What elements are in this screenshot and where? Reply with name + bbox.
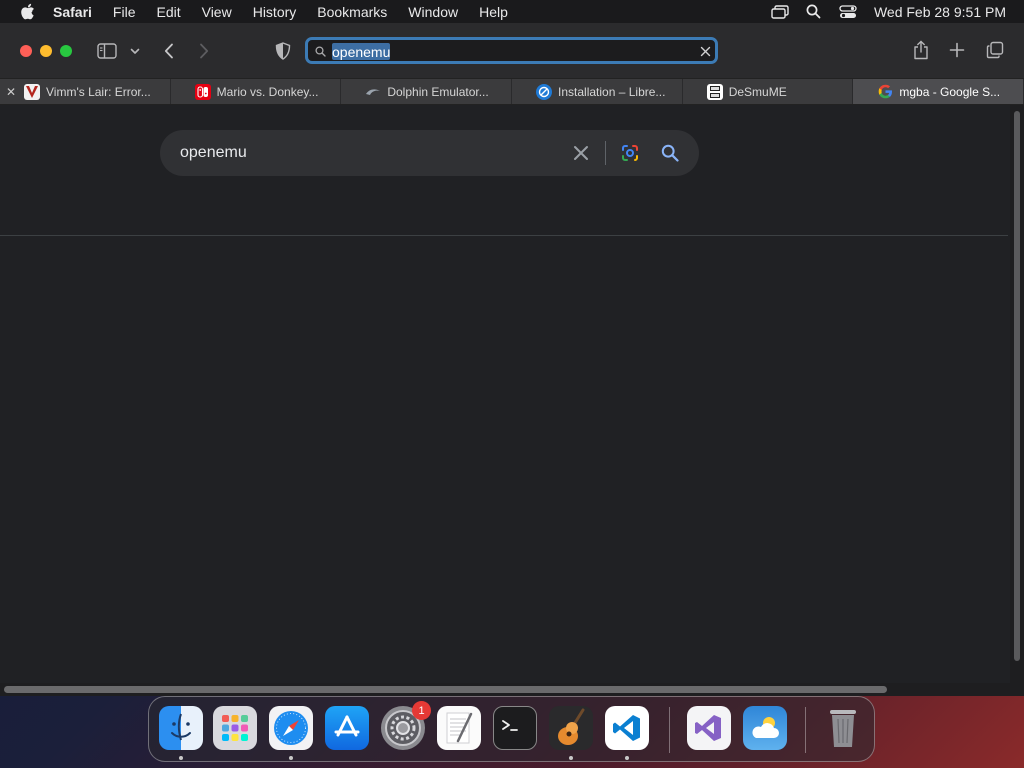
horizontal-scroll-thumb[interactable] (4, 686, 887, 693)
garageband-running-indicator (569, 756, 573, 760)
launchpad-icon[interactable] (213, 706, 257, 750)
apple-menu-icon[interactable] (17, 3, 37, 20)
nintendo-switch-icon (194, 83, 211, 100)
notification-badge: 1 (412, 701, 431, 720)
back-icon[interactable] (160, 41, 178, 61)
libretro-icon (536, 83, 553, 100)
tab-label: mgba - Google S... (899, 84, 1001, 99)
chevron-down-icon[interactable] (128, 45, 142, 57)
tab-bar: ✕ Vimm's Lair: Error... Mario vs. Donkey… (0, 78, 1024, 105)
vimms-lair-icon (24, 83, 40, 100)
textedit-icon[interactable] (437, 706, 481, 750)
vertical-scroll-thumb[interactable] (1014, 111, 1020, 661)
google-icon (877, 84, 893, 100)
zoom-window-button[interactable] (60, 45, 72, 57)
privacy-shield-icon[interactable] (273, 40, 293, 62)
menubar-clock[interactable]: Wed Feb 28 9:51 PM (874, 4, 1006, 20)
tab-mgba-google-search[interactable]: mgba - Google S... (853, 79, 1024, 104)
tab-label: DeSmuME (728, 84, 787, 99)
tab-label: Installation – Libre... (558, 84, 666, 99)
screen-mirroring-icon[interactable] (770, 4, 790, 20)
dock: 1 (148, 696, 875, 762)
menu-bookmarks[interactable]: Bookmarks (317, 4, 387, 20)
desmume-icon (706, 83, 723, 100)
vscode-running-indicator (625, 756, 629, 760)
google-lens-icon[interactable] (620, 143, 640, 163)
garageband-icon[interactable] (549, 706, 593, 750)
menu-help[interactable]: Help (479, 4, 508, 20)
trash-icon[interactable] (821, 706, 865, 750)
menu-edit[interactable]: Edit (156, 4, 180, 20)
web-page-content (0, 105, 1010, 683)
menu-history[interactable]: History (253, 4, 297, 20)
horizontal-scrollbar[interactable] (0, 683, 1010, 696)
tab-vimms-lair[interactable]: ✕ Vimm's Lair: Error... (0, 79, 171, 104)
tab-label: Vimm's Lair: Error... (46, 84, 151, 99)
dolphin-icon (365, 84, 381, 100)
menu-window[interactable]: Window (408, 4, 458, 20)
tab-mario-vs-donkey-kong[interactable]: Mario vs. Donkey... (170, 79, 342, 104)
search-query-input[interactable] (180, 142, 560, 164)
search-icon (314, 45, 326, 57)
share-icon[interactable] (911, 39, 931, 61)
tab-libretro-installation[interactable]: Installation – Libre... (512, 79, 683, 104)
dock-separator (669, 707, 670, 753)
clear-address-icon[interactable] (699, 45, 711, 57)
minimize-window-button[interactable] (40, 45, 52, 57)
clear-search-icon[interactable] (572, 144, 590, 162)
safari-window: ✕ Vimm's Lair: Error... Mario vs. Donkey… (0, 23, 1024, 696)
address-bar[interactable] (305, 37, 718, 64)
vertical-scrollbar[interactable] (1010, 105, 1024, 683)
forward-icon[interactable] (195, 41, 213, 61)
safari-running-indicator (289, 756, 293, 760)
weather-icon[interactable] (743, 706, 787, 750)
menu-file[interactable]: File (113, 4, 136, 20)
google-search-box[interactable] (160, 130, 699, 176)
new-tab-icon[interactable] (948, 41, 966, 59)
vscode-icon[interactable] (605, 706, 649, 750)
finder-running-indicator (179, 756, 183, 760)
header-divider (0, 235, 1008, 236)
close-window-button[interactable] (20, 45, 32, 57)
terminal-icon[interactable] (493, 706, 537, 750)
tab-overview-icon[interactable] (985, 40, 1005, 60)
dock-separator (805, 707, 806, 753)
tab-label: Dolphin Emulator... (387, 84, 489, 99)
app-store-icon[interactable] (325, 706, 369, 750)
menu-app-safari[interactable]: Safari (53, 4, 92, 20)
tab-dolphin-emulator[interactable]: Dolphin Emulator... (341, 79, 513, 104)
system-settings-icon[interactable]: 1 (381, 701, 431, 750)
menu-view[interactable]: View (202, 4, 232, 20)
search-box-divider (605, 141, 606, 165)
tab-desmume[interactable]: DeSmuME (682, 79, 854, 104)
tab-label: Mario vs. Donkey... (216, 84, 319, 99)
safari-icon[interactable] (269, 706, 313, 750)
control-center-icon[interactable] (838, 4, 858, 20)
menu-bar: Safari File Edit View History Bookmarks … (0, 0, 1024, 23)
visual-studio-icon[interactable] (687, 706, 731, 750)
browser-toolbar (0, 23, 1024, 78)
close-tab-icon[interactable]: ✕ (6, 85, 16, 99)
finder-icon[interactable] (159, 706, 203, 750)
search-icon[interactable] (660, 143, 680, 163)
address-input[interactable] (332, 41, 692, 62)
sidebar-icon[interactable] (96, 41, 118, 61)
spotlight-search-icon[interactable] (804, 4, 824, 20)
